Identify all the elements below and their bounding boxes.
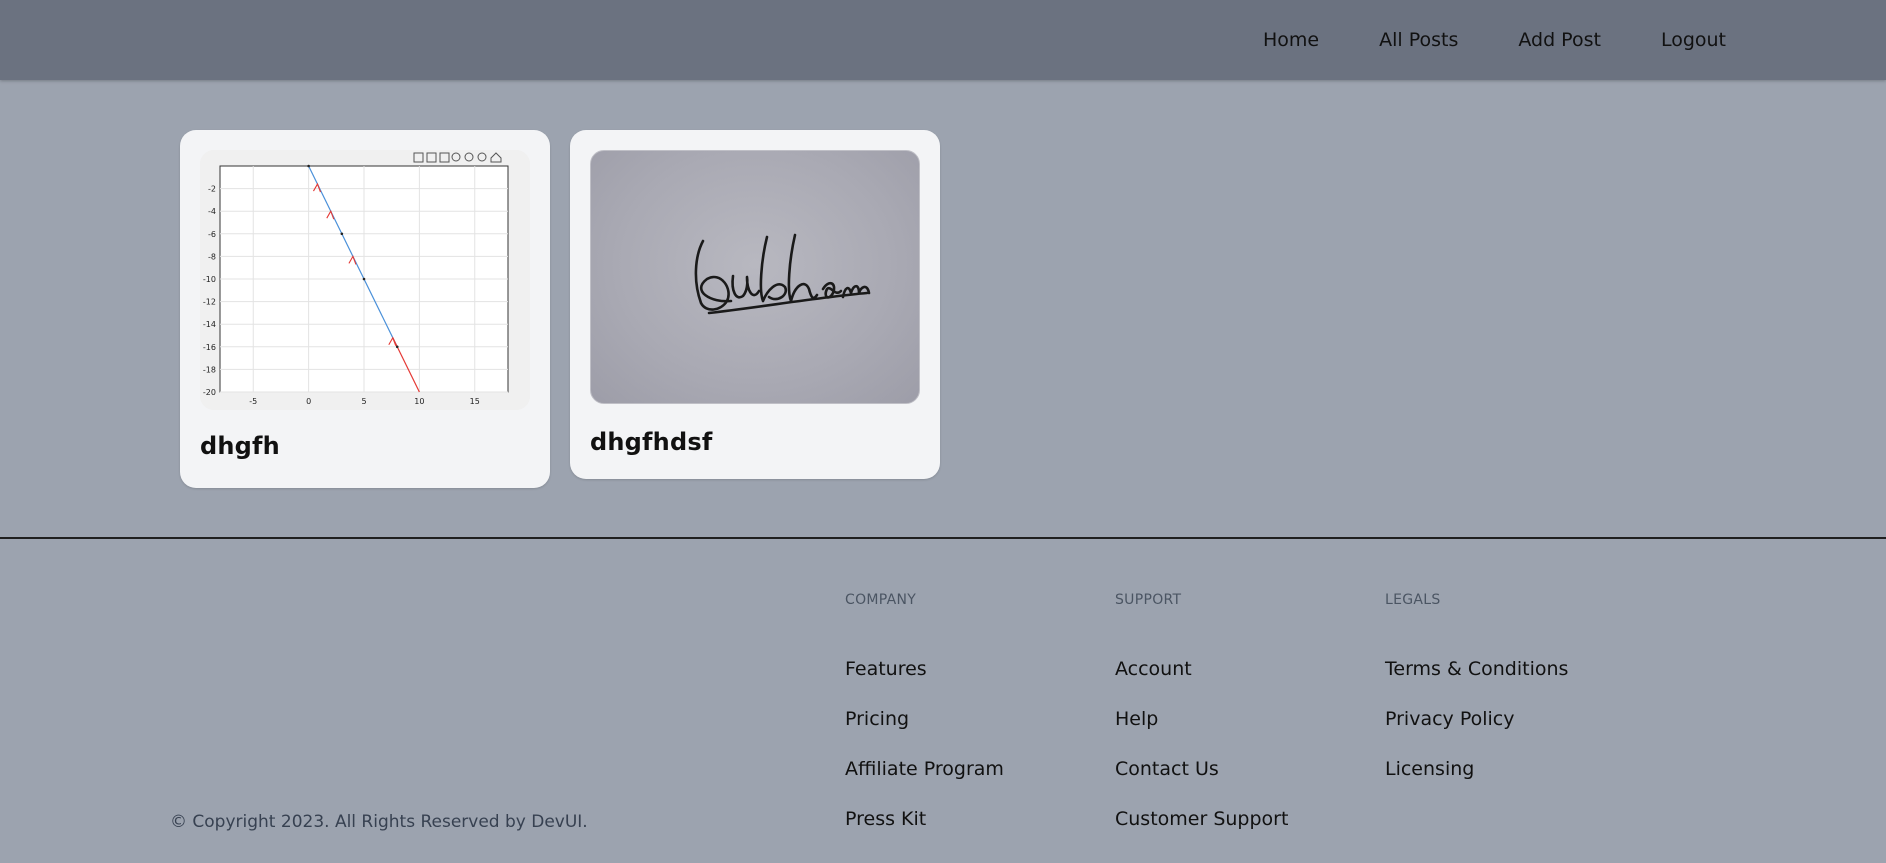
footer-link-affiliate-program[interactable]: Affiliate Program <box>845 756 1004 806</box>
plot-x-tick-label: -5 <box>249 397 257 406</box>
plot-point <box>395 345 399 349</box>
top-navbar: Home All Posts Add Post Logout <box>0 0 1886 80</box>
post-title[interactable]: dhgfhdsf <box>590 428 920 456</box>
main-nav: Home All Posts Add Post Logout <box>1263 0 1726 80</box>
footer-link-contact-us[interactable]: Contact Us <box>1115 756 1288 806</box>
plot-point <box>340 232 344 236</box>
footer-link-press-kit[interactable]: Press Kit <box>845 806 1004 856</box>
plot-x-tick-label: 5 <box>361 397 366 406</box>
plot-y-tick-label: -12 <box>203 298 216 307</box>
plot-y-tick-label: -10 <box>203 275 216 284</box>
footer-column-legals: LEGALS Terms & Conditions Privacy Policy… <box>1385 592 1568 806</box>
nav-home-link[interactable]: Home <box>1263 29 1319 51</box>
plot-y-tick-label: -8 <box>208 252 216 261</box>
plot-y-tick-label: -6 <box>208 230 216 239</box>
footer-link-customer-support[interactable]: Customer Support <box>1115 806 1288 856</box>
footer-column-company: COMPANY Features Pricing Affiliate Progr… <box>845 592 1004 856</box>
nav-all-posts-link[interactable]: All Posts <box>1379 29 1458 51</box>
footer-heading-support: SUPPORT <box>1115 592 1182 608</box>
plot-image: -2 -4 -6 -8 -10 -12 -14 -16 -18 -20 -5 0 5 10 15 <box>200 150 530 410</box>
plot-point <box>362 277 366 281</box>
plot-x-tick-label: 0 <box>306 397 311 406</box>
plot-x-tick-label: 15 <box>470 397 480 406</box>
footer-divider <box>0 537 1886 539</box>
footer-link-features[interactable]: Features <box>845 656 1004 706</box>
footer-column-support: SUPPORT Account Help Contact Us Customer… <box>1115 592 1288 856</box>
plot-y-tick-label: -20 <box>203 388 216 397</box>
footer-link-pricing[interactable]: Pricing <box>845 706 1004 756</box>
nav-logout-link[interactable]: Logout <box>1661 29 1726 51</box>
footer-link-help[interactable]: Help <box>1115 706 1288 756</box>
copyright-text: © Copyright 2023. All Rights Reserved by… <box>170 812 588 832</box>
footer-link-privacy-policy[interactable]: Privacy Policy <box>1385 706 1568 756</box>
plot-point <box>307 164 310 168</box>
footer-link-account[interactable]: Account <box>1115 656 1288 706</box>
plot-y-tick-label: -4 <box>208 207 216 216</box>
post-card[interactable]: dhgfhdsf <box>570 130 940 479</box>
plot-y-tick-label: -2 <box>208 185 216 194</box>
post-card[interactable]: -2 -4 -6 -8 -10 -12 -14 -16 -18 -20 -5 0 5 10 15 dhgf… <box>180 130 550 488</box>
plot-y-tick-label: -16 <box>203 343 216 352</box>
post-title[interactable]: dhgfh <box>200 432 530 460</box>
footer-heading-company: COMPANY <box>845 592 917 608</box>
plot-y-tick-label: -18 <box>203 365 216 374</box>
plot-y-tick-label: -14 <box>203 320 216 329</box>
plot-x-tick-label: 10 <box>414 397 424 406</box>
post-thumbnail-signature <box>590 150 920 404</box>
post-thumbnail-plot: -2 -4 -6 -8 -10 -12 -14 -16 -18 -20 -5 0 5 10 15 <box>200 150 530 410</box>
signature-image <box>694 233 871 315</box>
footer-link-licensing[interactable]: Licensing <box>1385 756 1568 806</box>
footer-link-terms[interactable]: Terms & Conditions <box>1385 656 1568 706</box>
footer-heading-legals: LEGALS <box>1385 592 1441 608</box>
nav-add-post-link[interactable]: Add Post <box>1518 29 1601 51</box>
